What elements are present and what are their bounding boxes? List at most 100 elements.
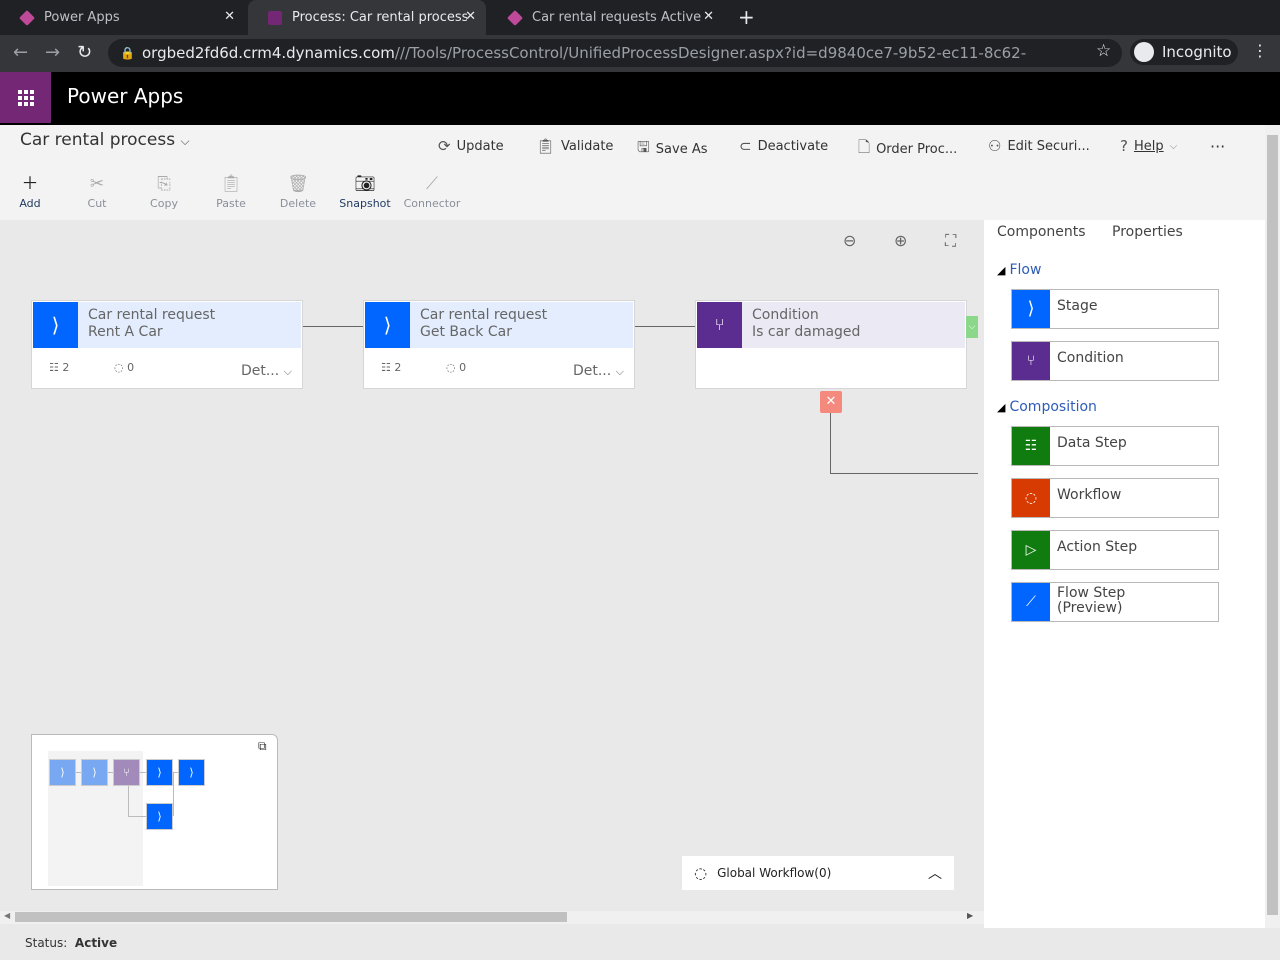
status-bar: Status: Active	[0, 928, 1280, 960]
tab-title: Process: Car rental process	[292, 10, 467, 25]
condition-card[interactable]: ⑂ Condition Is car damaged	[695, 300, 967, 389]
app-header	[0, 72, 1280, 125]
details-toggle[interactable]: Det... ⌵	[573, 363, 624, 379]
browser-tab[interactable]: Power Apps ✕	[0, 0, 245, 35]
minimap-stage: ⟩	[146, 759, 173, 786]
action-step-component[interactable]: ▷ Action Step	[1011, 530, 1219, 570]
snapshot-button[interactable]: 📷︎ Snapshot	[335, 173, 395, 210]
add-button[interactable]: ＋ Add	[0, 173, 60, 210]
stage-card[interactable]: ⟩ Car rental request Rent A Car ☷ 2 ◌ 0 …	[31, 300, 303, 389]
data-step-icon: ☷	[1012, 427, 1050, 465]
workflow-icon: ◌	[694, 864, 708, 882]
update-button[interactable]: ⟳ Update	[438, 137, 504, 155]
app-title[interactable]: Power Apps	[67, 84, 183, 108]
workflows-count: ◌ 0	[446, 361, 467, 374]
connector-button[interactable]: ⟋ Connector	[402, 173, 462, 210]
global-workflow-label: Global Workflow(0)	[717, 866, 832, 880]
people-icon: ⚇	[988, 137, 1002, 155]
stage-entity: Car rental request	[420, 307, 548, 323]
save-as-button[interactable]: 🖫 Save As	[637, 137, 708, 162]
chevron-up-icon[interactable]: ︿	[928, 863, 942, 883]
deactivate-button[interactable]: ⊂ Deactivate	[739, 137, 828, 155]
chevron-down-icon: ⌵	[283, 365, 292, 378]
copy-button[interactable]: ⎘ Copy	[134, 173, 194, 210]
label: Copy	[150, 197, 178, 210]
bookmark-star-icon[interactable]: ☆	[1096, 41, 1111, 61]
label: Stage	[1057, 298, 1098, 314]
label: Delete	[279, 197, 317, 210]
delete-button[interactable]: 🗑︎ Delete	[268, 173, 328, 210]
lock-icon: 🔒	[120, 46, 135, 60]
help-button[interactable]: ? Help ⌵	[1120, 137, 1177, 155]
workflow-component[interactable]: ◌ Workflow	[1011, 478, 1219, 518]
zoom-out-icon[interactable]: ⊖	[843, 231, 856, 250]
process-title[interactable]: Car rental process ⌵	[20, 130, 190, 150]
fit-to-screen-icon[interactable]: ⛶	[945, 231, 956, 251]
more-options-icon[interactable]: ···	[1210, 137, 1225, 156]
label: Paste	[216, 197, 246, 210]
document-icon: 🗋	[858, 138, 871, 156]
composition-section-header[interactable]: ◢ Composition	[997, 399, 1097, 415]
url-host: orgbed2fd6d.crm4.dynamics.com	[142, 44, 395, 62]
scissors-icon: ✂	[89, 174, 105, 194]
back-icon[interactable]: ←	[13, 42, 28, 63]
global-workflow-panel[interactable]: ◌ Global Workflow(0) ︿	[682, 856, 954, 890]
action-step-icon: ▷	[1012, 531, 1050, 569]
browser-tab-active[interactable]: Process: Car rental process ✕	[248, 0, 486, 35]
edit-security-button[interactable]: ⚇ Edit Securi...	[988, 137, 1090, 155]
connector-line	[830, 473, 978, 474]
condition-component[interactable]: ⑂ Condition	[1011, 341, 1219, 381]
browser-menu-icon[interactable]: ⋮	[1252, 41, 1268, 60]
collapse-minimap-icon[interactable]: ⧉	[258, 739, 267, 754]
label: Snapshot	[339, 197, 391, 210]
flow-step-component[interactable]: ⟋ Flow Step (Preview)	[1011, 582, 1219, 622]
data-step-icon: ☷	[381, 361, 391, 374]
incognito-badge[interactable]: Incognito	[1130, 39, 1238, 65]
label: Flow Step	[1057, 585, 1126, 601]
browser-tab[interactable]: Car rental requests Active ✕	[488, 0, 724, 35]
tab-title: Power Apps	[44, 10, 120, 25]
condition-name: Is car damaged	[752, 324, 861, 340]
workflow-icon: ◌	[446, 361, 456, 374]
order-process-button[interactable]: 🗋 Order Proc...	[858, 137, 957, 162]
connector-line	[635, 326, 695, 327]
app-launcher-icon[interactable]	[0, 72, 51, 123]
close-icon[interactable]: ✕	[465, 9, 476, 24]
paste-button[interactable]: 📋︎ Paste	[201, 173, 261, 210]
stage-component[interactable]: ⟩ Stage	[1011, 289, 1219, 329]
url-bar[interactable]: 🔒 orgbed2fd6d.crm4.dynamics.com///Tools/P…	[108, 39, 1122, 90]
horizontal-scrollbar-thumb[interactable]	[15, 912, 567, 922]
close-icon[interactable]: ✕	[224, 9, 235, 24]
tab-components[interactable]: Components	[997, 224, 1086, 240]
label: Deactivate	[757, 138, 829, 154]
close-icon[interactable]: ✕	[703, 9, 714, 24]
label: Update	[456, 138, 504, 154]
validate-button[interactable]: 📋︎ Validate	[536, 137, 613, 155]
flow-section-header[interactable]: ◢ Flow	[997, 262, 1041, 278]
condition-yes-branch-icon[interactable]: ⌵	[966, 316, 978, 338]
reload-icon[interactable]: ↻	[77, 42, 92, 63]
chevron-down-icon: ⌵	[180, 134, 190, 148]
connector-icon: ⟋	[426, 174, 438, 194]
condition-icon: ⑂	[1012, 342, 1050, 380]
data-step-component[interactable]: ☷ Data Step	[1011, 426, 1219, 466]
zoom-in-icon[interactable]: ⊕	[894, 231, 907, 250]
plus-icon: ＋	[21, 174, 39, 194]
details-toggle[interactable]: Det... ⌵	[241, 363, 292, 379]
stage-name: Get Back Car	[420, 324, 512, 340]
scroll-left-icon[interactable]: ◀	[4, 911, 10, 920]
vertical-scrollbar-thumb[interactable]	[1267, 135, 1278, 915]
label: Validate	[561, 138, 614, 154]
clipboard-icon: 📋︎	[536, 137, 556, 155]
scroll-right-icon[interactable]: ▶	[967, 911, 973, 920]
stage-card[interactable]: ⟩ Car rental request Get Back Car ☷ 2 ◌ …	[363, 300, 635, 389]
status-value: Active	[74, 936, 118, 950]
minimap[interactable]: ⧉ ⟩ ⟩ ⑂ ⟩ ⟩ ⟩	[31, 734, 278, 890]
new-tab-icon[interactable]: +	[738, 5, 755, 29]
cut-button[interactable]: ✂ Cut	[67, 173, 127, 210]
condition-no-branch-icon[interactable]: ✕	[820, 391, 842, 413]
condition-type: Condition	[752, 307, 819, 323]
label: Add	[19, 197, 41, 210]
tab-properties[interactable]: Properties	[1112, 224, 1183, 240]
forward-icon[interactable]: →	[45, 42, 60, 63]
